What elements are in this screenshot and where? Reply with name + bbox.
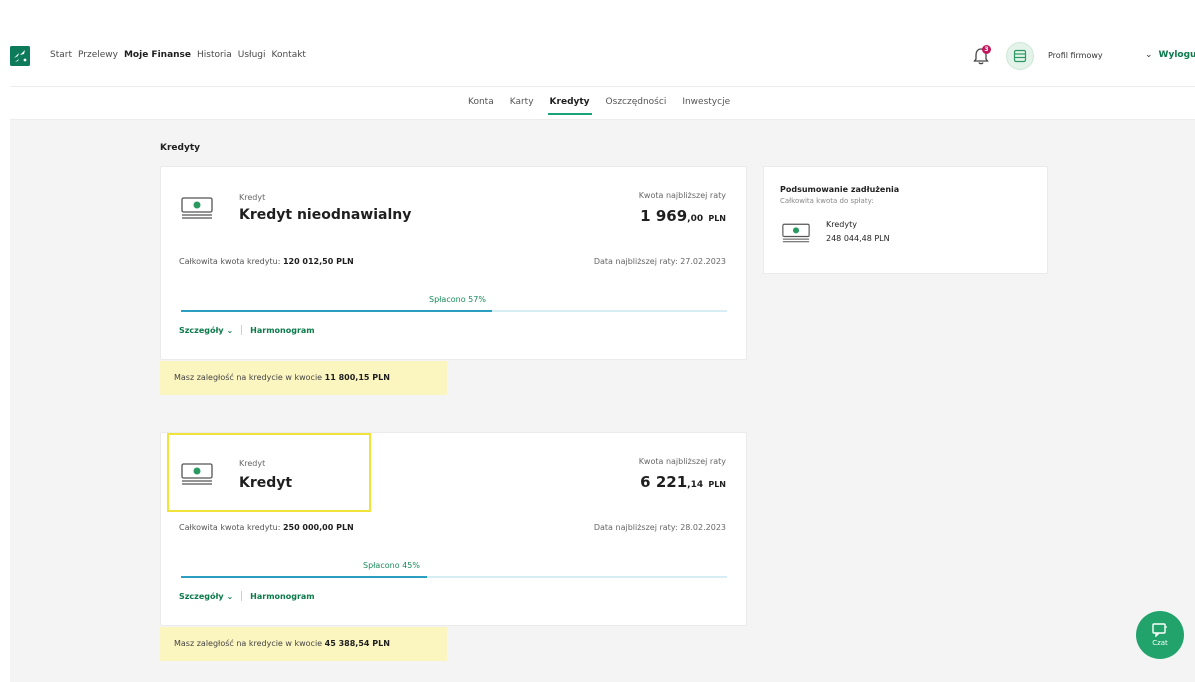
nav-start[interactable]: Start bbox=[50, 50, 72, 60]
chevron-down-icon: ⌄ bbox=[1145, 50, 1153, 60]
divider bbox=[241, 325, 243, 335]
total-label: Całkowita kwota kredytu: bbox=[179, 257, 281, 266]
company-profile-icon bbox=[1013, 49, 1027, 63]
page-title: Kredyty bbox=[160, 143, 200, 153]
repayment-progress-fill bbox=[181, 576, 427, 578]
total-amount-row: Całkowita kwota kredytu: 250 000,00 PLN bbox=[179, 523, 354, 532]
loan-links: Szczegóły ⌄ Harmonogram bbox=[179, 591, 315, 601]
summary-item-value: 248 044,48 PLN bbox=[826, 234, 890, 243]
sub-nav: Konta Karty Kredyty Oszczędności Inwesty… bbox=[10, 86, 1195, 120]
summary-title: Podsumowanie zadłużenia bbox=[780, 185, 900, 194]
details-link[interactable]: Szczegóły ⌄ bbox=[179, 326, 233, 335]
notification-badge: 3 bbox=[982, 45, 991, 54]
summary-item-label: Kredyty bbox=[826, 220, 857, 229]
chat-label: Czat bbox=[1152, 639, 1168, 647]
logout-label: Wylogu bbox=[1158, 50, 1195, 60]
main-nav: Start Przelewy Moje Finanse Historia Usł… bbox=[50, 50, 306, 60]
paid-label: Spłacono 45% bbox=[363, 561, 420, 570]
loan-name: Kredyt nieodnawialny bbox=[239, 207, 412, 223]
schedule-link[interactable]: Harmonogram bbox=[250, 592, 314, 601]
schedule-link[interactable]: Harmonogram bbox=[250, 326, 314, 335]
logo-icon bbox=[10, 46, 30, 66]
next-installment-amount: 6 221,14 PLN bbox=[640, 473, 726, 491]
repayment-progress-fill bbox=[181, 310, 493, 312]
arrears-notice: Masz zaległość na kredycie w kwocie 11 8… bbox=[160, 361, 447, 395]
top-bar: Start Przelewy Moje Finanse Historia Usł… bbox=[0, 0, 1195, 86]
bank-logo[interactable] bbox=[10, 46, 30, 66]
nav-historia[interactable]: Historia bbox=[197, 50, 232, 60]
money-icon bbox=[181, 197, 213, 219]
tab-karty[interactable]: Karty bbox=[510, 97, 534, 115]
installment-whole: 1 969 bbox=[640, 207, 688, 225]
installment-decimal: ,14 bbox=[687, 480, 704, 490]
highlight-box bbox=[167, 433, 371, 512]
chevron-down-icon: ⌄ bbox=[226, 325, 234, 335]
nav-przelewy[interactable]: Przelewy bbox=[78, 50, 118, 60]
nav-kontakt[interactable]: Kontakt bbox=[272, 50, 306, 60]
profile-label[interactable]: Profil firmowy bbox=[1048, 51, 1103, 60]
arrears-notice: Masz zaległość na kredycie w kwocie 45 3… bbox=[160, 627, 447, 661]
repayment-progress bbox=[181, 310, 727, 312]
repayment-progress bbox=[181, 576, 727, 578]
chat-icon bbox=[1152, 623, 1167, 637]
total-value: 250 000,00 PLN bbox=[282, 523, 354, 532]
profile-avatar[interactable] bbox=[1006, 42, 1034, 70]
chevron-down-icon: ⌄ bbox=[226, 591, 234, 601]
paid-label: Spłacono 57% bbox=[429, 295, 486, 304]
installment-currency: PLN bbox=[708, 214, 726, 223]
tab-inwestycje[interactable]: Inwestycje bbox=[682, 97, 730, 115]
nav-moje-finanse[interactable]: Moje Finanse bbox=[124, 50, 191, 60]
arrears-amount: 11 800,15 PLN bbox=[324, 373, 390, 382]
next-installment-date: Data najbliższej raty: 27.02.2023 bbox=[593, 257, 726, 266]
loan-card: Kredyt Kredyt nieodnawialny Kwota najbli… bbox=[160, 166, 747, 360]
details-label: Szczegóły bbox=[179, 325, 224, 335]
next-installment-label: Kwota najbliższej raty bbox=[638, 191, 726, 200]
nav-uslugi[interactable]: Usługi bbox=[238, 50, 266, 60]
tab-kredyty[interactable]: Kredyty bbox=[547, 97, 592, 115]
next-installment-amount: 1 969,00 PLN bbox=[640, 207, 726, 225]
details-link[interactable]: Szczegóły ⌄ bbox=[179, 592, 233, 601]
money-icon bbox=[782, 223, 810, 243]
debt-summary-card: Podsumowanie zadłużenia Całkowita kwota … bbox=[763, 166, 1048, 274]
next-installment-label: Kwota najbliższej raty bbox=[638, 457, 726, 466]
tab-oszczednosci[interactable]: Oszczędności bbox=[606, 97, 667, 115]
total-label: Całkowita kwota kredytu: bbox=[179, 523, 281, 532]
arrears-text: Masz zaległość na kredycie w kwocie bbox=[174, 373, 323, 382]
logout-button[interactable]: ⌄ Wylogu bbox=[1145, 50, 1195, 60]
loan-links: Szczegóły ⌄ Harmonogram bbox=[179, 325, 315, 335]
summary-subtitle: Całkowita kwota do spłaty: bbox=[780, 197, 874, 205]
next-installment-date: Data najbliższej raty: 28.02.2023 bbox=[593, 523, 726, 532]
chat-button[interactable]: Czat bbox=[1136, 611, 1184, 659]
total-value: 120 012,50 PLN bbox=[282, 257, 354, 266]
arrears-amount: 45 388,54 PLN bbox=[324, 639, 390, 648]
installment-currency: PLN bbox=[708, 480, 726, 489]
installment-decimal: ,00 bbox=[687, 214, 704, 224]
details-label: Szczegóły bbox=[179, 591, 224, 601]
tab-konta[interactable]: Konta bbox=[468, 97, 494, 115]
total-amount-row: Całkowita kwota kredytu: 120 012,50 PLN bbox=[179, 257, 354, 266]
loan-type-label: Kredyt bbox=[239, 193, 266, 202]
divider bbox=[241, 591, 243, 601]
arrears-text: Masz zaległość na kredycie w kwocie bbox=[174, 639, 323, 648]
installment-whole: 6 221 bbox=[640, 473, 688, 491]
